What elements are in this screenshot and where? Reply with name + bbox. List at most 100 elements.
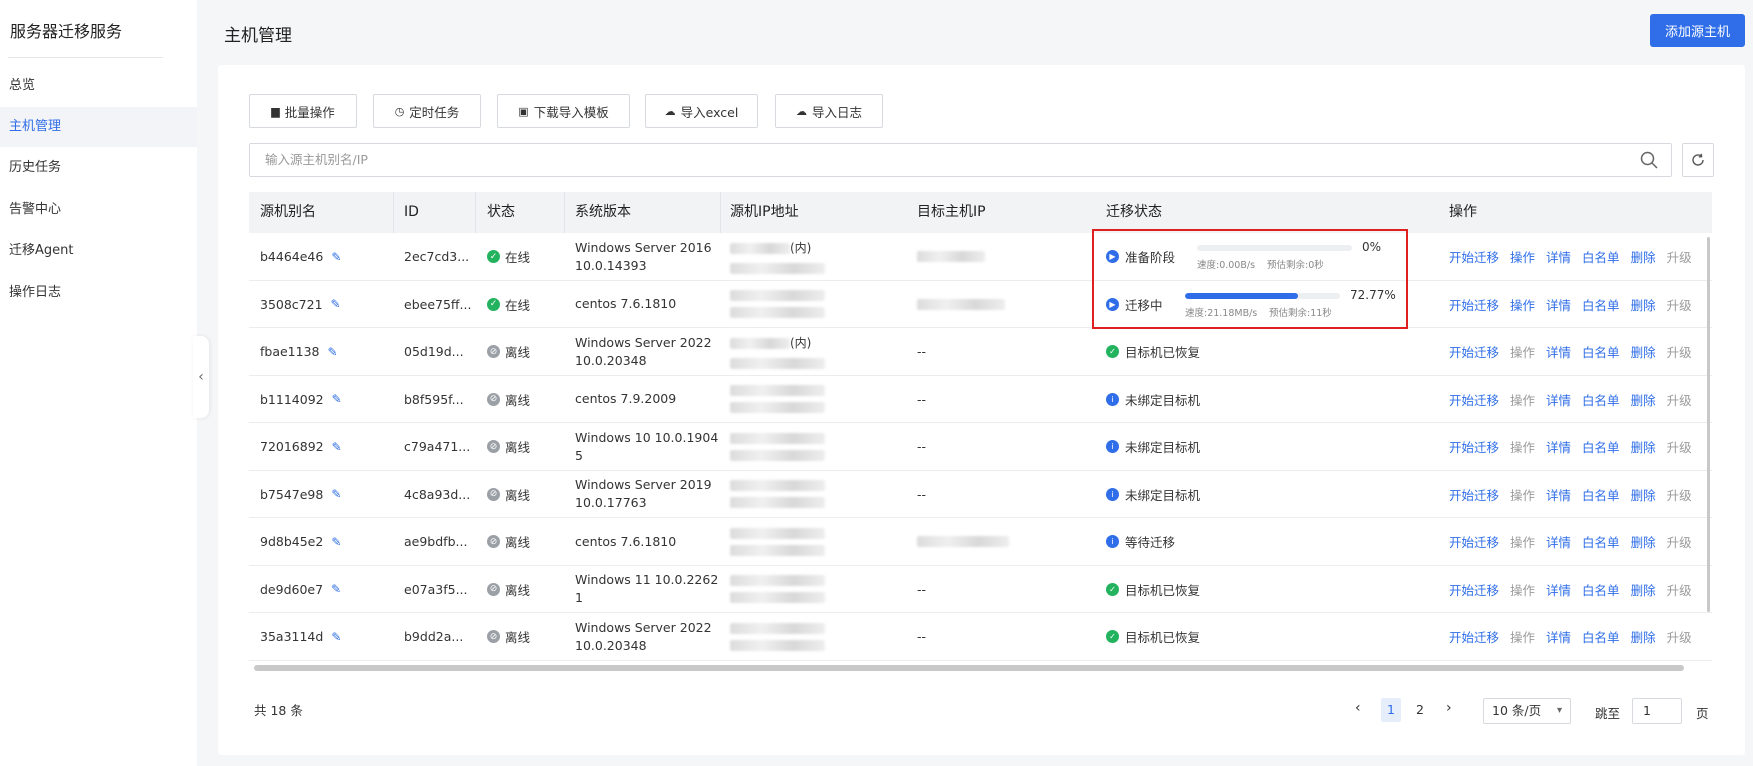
start-migration-link[interactable]: 开始迁移	[1449, 532, 1499, 551]
info-icon: i	[1106, 440, 1119, 454]
edit-icon[interactable]: ✎	[331, 630, 341, 644]
start-migration-link[interactable]: 开始迁移	[1449, 627, 1499, 646]
chevron-down-icon: ▾	[1556, 705, 1562, 716]
cloud-upload-icon: ☁	[795, 104, 807, 118]
start-migration-link[interactable]: 开始迁移	[1449, 485, 1499, 504]
start-migration-link[interactable]: 开始迁移	[1449, 390, 1499, 409]
details-link[interactable]: 详情	[1546, 580, 1571, 599]
whitelist-link[interactable]: 白名单	[1582, 390, 1620, 409]
target-ip: --	[917, 344, 927, 360]
host-id: ae9bdfb...	[404, 534, 468, 550]
sidebar-item-logs[interactable]: 操作日志	[0, 273, 197, 313]
alias-cell: 9d8b45e2 ✎	[260, 518, 341, 566]
search-input[interactable]	[265, 152, 1565, 167]
whitelist-link[interactable]: 白名单	[1582, 532, 1620, 551]
sidebar-item-hosts[interactable]: 主机管理	[0, 107, 197, 147]
page-2[interactable]: 2	[1410, 698, 1430, 722]
edit-icon[interactable]: ✎	[332, 392, 342, 406]
start-migration-link[interactable]: 开始迁移	[1449, 437, 1499, 456]
search-box	[249, 143, 1672, 177]
import-excel-button[interactable]: ☁ 导入excel	[645, 94, 758, 128]
delete-link[interactable]: 删除	[1631, 437, 1656, 456]
ip-line-1	[730, 385, 825, 397]
whitelist-link[interactable]: 白名单	[1582, 627, 1620, 646]
details-link[interactable]: 详情	[1546, 532, 1571, 551]
edit-icon[interactable]: ✎	[328, 345, 338, 359]
th-actions: 操作	[1449, 204, 1477, 220]
edit-icon[interactable]: ✎	[331, 297, 341, 311]
host-alias: b1114092	[260, 391, 324, 407]
delete-link[interactable]: 删除	[1631, 342, 1656, 361]
schedule-button[interactable]: ◷ 定时任务	[373, 94, 481, 128]
edit-icon[interactable]: ✎	[331, 487, 341, 501]
whitelist-link[interactable]: 白名单	[1582, 295, 1620, 314]
redacted-ip	[730, 385, 825, 397]
download-template-button[interactable]: ▣ 下载导入模板	[497, 94, 630, 128]
page-1[interactable]: 1	[1381, 698, 1401, 722]
sidebar-collapse-button[interactable]: ‹	[193, 336, 209, 418]
start-migration-link[interactable]: 开始迁移	[1449, 580, 1499, 599]
whitelist-link[interactable]: 白名单	[1582, 485, 1620, 504]
search-icon[interactable]	[1639, 150, 1659, 170]
start-migration-link[interactable]: 开始迁移	[1449, 342, 1499, 361]
status-text: 离线	[505, 345, 531, 361]
host-alias: fbae1138	[260, 344, 320, 360]
details-link[interactable]: 详情	[1546, 342, 1571, 361]
start-migration-link[interactable]: 开始迁移	[1449, 295, 1499, 314]
edit-icon[interactable]: ✎	[331, 535, 341, 549]
delete-link[interactable]: 删除	[1631, 390, 1656, 409]
details-link[interactable]: 详情	[1546, 627, 1571, 646]
details-link[interactable]: 详情	[1546, 485, 1571, 504]
target-ip: --	[917, 439, 927, 455]
edit-icon[interactable]: ✎	[332, 440, 342, 454]
start-migration-link[interactable]: 开始迁移	[1449, 247, 1499, 266]
sidebar-item-agent[interactable]: 迁移Agent	[0, 231, 197, 271]
page-size-select[interactable]: 10 条/页 ▾	[1483, 698, 1571, 724]
sidebar-item-history[interactable]: 历史任务	[0, 148, 197, 188]
ip-line-1	[730, 527, 825, 539]
th-divider	[720, 192, 721, 233]
jump-input[interactable]: 1	[1632, 698, 1682, 724]
sidebar-item-overview[interactable]: 总览	[0, 66, 197, 106]
operate-link[interactable]: 操作	[1510, 295, 1535, 314]
details-link[interactable]: 详情	[1546, 247, 1571, 266]
whitelist-link[interactable]: 白名单	[1582, 342, 1620, 361]
delete-link[interactable]: 删除	[1631, 532, 1656, 551]
delete-link[interactable]: 删除	[1631, 295, 1656, 314]
edit-icon[interactable]: ✎	[331, 582, 341, 596]
offline-link-icon: ⊘	[487, 440, 500, 454]
source-ip-cell	[730, 613, 825, 661]
success-check-icon: ✓	[1106, 582, 1119, 596]
prev-page-icon[interactable]: ‹	[1355, 700, 1361, 716]
details-link[interactable]: 详情	[1546, 295, 1571, 314]
refresh-button[interactable]	[1682, 143, 1714, 177]
import-log-button[interactable]: ☁ 导入日志	[775, 94, 883, 128]
os-line-2: 10.0.17763	[575, 495, 647, 511]
add-host-button[interactable]: 添加源主机	[1650, 14, 1745, 47]
next-page-icon[interactable]: ›	[1446, 700, 1452, 716]
delete-link[interactable]: 删除	[1631, 627, 1656, 646]
whitelist-link[interactable]: 白名单	[1582, 437, 1620, 456]
delete-link[interactable]: 删除	[1631, 580, 1656, 599]
host-id: 05d19d...	[404, 344, 464, 360]
operate-link[interactable]: 操作	[1510, 247, 1535, 266]
vertical-scrollbar[interactable]	[1707, 237, 1710, 612]
whitelist-link[interactable]: 白名单	[1582, 247, 1620, 266]
batch-ops-button[interactable]: ▆ 批量操作	[249, 94, 357, 128]
details-link[interactable]: 详情	[1546, 437, 1571, 456]
table-row: b1114092 ✎ b8f595f... ⊘ 离线 centos 7.9.2009 -- i…	[249, 376, 1712, 423]
id-cell: ebee75ff...	[404, 281, 471, 329]
host-id: b8f595f...	[404, 391, 464, 407]
upgrade-link: 升级	[1666, 250, 1692, 266]
migration-status-cell: i 等待迁移	[1106, 518, 1175, 566]
host-alias: de9d60e7	[260, 581, 324, 597]
edit-icon[interactable]: ✎	[331, 250, 341, 264]
whitelist-link[interactable]: 白名单	[1582, 580, 1620, 599]
delete-link[interactable]: 删除	[1631, 485, 1656, 504]
horizontal-scrollbar[interactable]	[254, 665, 1684, 671]
details-link[interactable]: 详情	[1546, 390, 1571, 409]
delete-link[interactable]: 删除	[1631, 247, 1656, 266]
os-line-1: centos 7.6.1810	[575, 296, 677, 312]
actions-cell: 开始迁移 操作 详情 白名单 删除 升级	[1449, 471, 1692, 519]
sidebar-item-alerts[interactable]: 告警中心	[0, 190, 197, 230]
